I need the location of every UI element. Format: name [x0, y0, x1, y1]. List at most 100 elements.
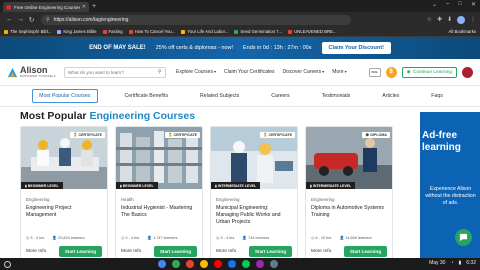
tab-careers[interactable]: Careers [266, 90, 294, 102]
nav-claim-certificates[interactable]: Claim Your Certificates [224, 69, 275, 75]
page-subnav: Most Popular Courses Certificate Benefit… [0, 85, 480, 107]
address-bar[interactable]: ⚲ https://alison.com/tag/engineering [41, 14, 351, 25]
os-taskbar: May 30 ◔ ▮ 6:32 [0, 258, 480, 270]
learner-count: 👤 1,747 learners [147, 235, 177, 240]
user-avatar[interactable] [462, 66, 473, 78]
more-info-button[interactable]: More Info [216, 249, 236, 254]
maximize-icon[interactable]: □ [458, 1, 462, 8]
duration-label: 3 - 4 hrs [30, 236, 45, 240]
nav-explore-courses[interactable]: Explore Courses▾ [176, 69, 216, 75]
bookmark-label: How To Cancel You... [134, 29, 176, 34]
time-label: 6:32 [466, 260, 476, 266]
course-card[interactable]: 🏅 CERTIFICATE ▮ BEGINNER LEVEL Health In… [115, 126, 203, 259]
alison-logo-icon [7, 67, 18, 77]
course-card[interactable]: 🏅 CERTIFICATE ▮ INTERMEDIATE LEVEL Engin… [210, 126, 298, 259]
chat-icon [459, 233, 468, 242]
bookmark-favicon-icon [234, 29, 239, 34]
tab-certificate-benefits[interactable]: Certificate Benefits [120, 90, 174, 102]
bookmark-item[interactable]: King James Bible [57, 29, 97, 34]
bookmark-item[interactable]: How To Cancel You... [128, 29, 176, 34]
course-category: Engineering [311, 197, 335, 202]
play-store-app-icon[interactable] [242, 260, 250, 268]
tab-faqs[interactable]: Faqs [426, 90, 448, 102]
badge-label: CERTIFICATE [78, 133, 103, 137]
bookmark-item[interactable]: UNLEAVENED BRE... [288, 29, 337, 34]
docs-app-icon[interactable] [200, 260, 208, 268]
ad-headline-line: learning [422, 142, 461, 153]
start-learning-button[interactable]: Start Learning [343, 246, 387, 257]
tab-related-subjects[interactable]: Related Subjects [195, 90, 244, 102]
start-learning-button[interactable]: Start Learning [153, 246, 197, 257]
bookmark-item[interactable]: The Sephiroph! Bibl... [4, 29, 51, 34]
card-actions: More Info Start Learning [311, 246, 387, 257]
start-learning-button[interactable]: Start Learning [58, 246, 102, 257]
bookmarks-bar: The Sephiroph! Bibl... King James Bible … [0, 27, 480, 37]
site-info-icon[interactable]: ⚲ [46, 17, 50, 23]
bookmark-item[interactable]: Fasting [102, 29, 123, 34]
downloads-icon[interactable]: ⬇ [447, 16, 452, 23]
browser-tab[interactable]: Free Online Engineering Courses ✕ [3, 2, 89, 12]
close-window-icon[interactable]: ✕ [471, 1, 476, 8]
claim-discount-button[interactable]: Claim Your Discount! [321, 42, 391, 54]
bookmark-favicon-icon [57, 29, 62, 34]
bookmark-label: King James Bible [63, 29, 97, 34]
level-badge: ▮ BEGINNER LEVEL [116, 182, 158, 189]
gmail-app-icon[interactable] [186, 260, 194, 268]
tab-most-popular[interactable]: Most Popular Courses [32, 89, 98, 103]
bookmark-item[interactable]: Your Life And Labor... [181, 29, 228, 34]
coin-icon[interactable]: $ [385, 66, 397, 78]
bookmark-favicon-icon [288, 29, 293, 34]
more-info-button[interactable]: More Info [26, 249, 46, 254]
course-title[interactable]: Municipal Engineering: Managing Public W… [216, 205, 292, 226]
new-tab-icon[interactable]: + [92, 2, 96, 11]
forward-icon[interactable]: → [15, 16, 26, 23]
sale-banner: END OF MAY SALE! 25% off certs & diploma… [0, 37, 480, 59]
clock-icon: ◷ [216, 236, 220, 240]
photos-app-icon[interactable] [256, 260, 264, 268]
chat-button[interactable] [455, 229, 472, 246]
bookmark-star-icon[interactable]: ☆ [427, 16, 432, 23]
more-info-button[interactable]: More Info [121, 249, 141, 254]
youtube-app-icon[interactable] [214, 260, 222, 268]
bookmark-item[interactable]: Seed Germination 7... [234, 29, 282, 34]
start-learning-button[interactable]: Start Learning [248, 246, 292, 257]
extensions-icon[interactable]: ✚ [437, 16, 442, 23]
chrome-app-icon[interactable] [158, 260, 166, 268]
all-bookmarks-button[interactable]: All Bookmarks [449, 29, 476, 34]
course-title[interactable]: Engineering Project Management [26, 205, 102, 226]
browser-toolbar: ← → ↻ ⚲ https://alison.com/tag/engineeri… [0, 12, 480, 27]
tab-articles[interactable]: Articles [377, 90, 404, 102]
more-info-button[interactable]: More Info [311, 249, 331, 254]
learners-label: 1,747 learners [153, 236, 178, 240]
card-actions: More Info Start Learning [26, 246, 102, 257]
course-card[interactable]: 🏅 CERTIFICATE ▮ BEGINNER LEVEL Engineeri… [20, 126, 108, 259]
learners-icon: 👤 [339, 236, 345, 240]
course-title[interactable]: Industrial Hygienist - Mastering The Bas… [121, 205, 197, 226]
back-icon[interactable]: ← [4, 16, 15, 23]
nav-discover-careers[interactable]: Discover Careers▾ [283, 69, 325, 75]
system-tray[interactable]: May 30 ◔ ▮ 6:32 [429, 260, 476, 266]
search-icon[interactable]: ⚲ [158, 69, 162, 75]
course-card[interactable]: 🎓 DIPLOMA ▮ INTERMEDIATE LEVEL Engineeri… [305, 126, 393, 259]
chrome-menu-icon[interactable]: ⋮ [470, 16, 476, 23]
card-actions: More Info Start Learning [216, 246, 292, 257]
bookmark-label: Your Life And Labor... [187, 29, 229, 34]
tab-search-icon[interactable]: ⌄ [432, 1, 437, 8]
tab-testimonials[interactable]: Testimonials [317, 90, 356, 102]
profile-avatar[interactable] [457, 15, 465, 24]
meet-app-icon[interactable] [228, 260, 236, 268]
close-tab-icon[interactable]: ✕ [82, 4, 86, 10]
nav-more[interactable]: More▾ [332, 69, 346, 75]
reload-icon[interactable]: ↻ [26, 16, 37, 24]
alison-favicon-icon [6, 4, 11, 10]
launcher-icon[interactable] [4, 260, 11, 268]
alison-logo[interactable]: Alison EMPOWER YOURSELF [7, 66, 56, 78]
search-input[interactable] [67, 69, 158, 75]
course-title[interactable]: Diploma in Automotive Systems Training [311, 205, 387, 226]
settings-app-icon[interactable] [270, 260, 278, 268]
ad-body: Experience Alison without the distractio… [425, 186, 476, 206]
language-badge[interactable]: BRE [368, 67, 381, 77]
continue-learning-button[interactable]: ◉ Continue Learning [401, 66, 457, 78]
minimize-icon[interactable]: – [446, 1, 449, 8]
files-app-icon[interactable] [172, 260, 180, 268]
